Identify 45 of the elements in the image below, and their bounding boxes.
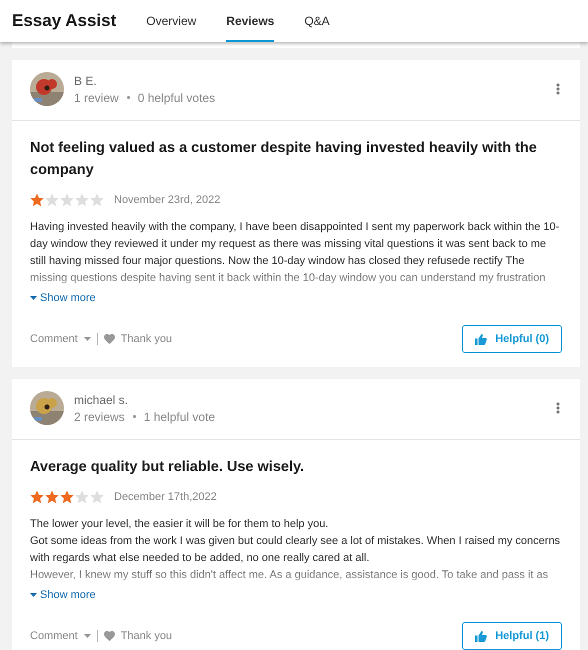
- comment-button[interactable]: Comment: [30, 630, 91, 642]
- show-more-link[interactable]: Show more: [30, 589, 96, 601]
- separator-dot: [132, 415, 136, 418]
- review-title: Not feeling valued as a customer despite having invested heavily with the company: [30, 139, 538, 180]
- review-text: Having invested heavily with the company, I have been disappointed I sent my paperwork back within the 10-day window they reviewed it under my request as there was missing vital questions it was sent back to me still having missed four major questions. Now the 10-day window has closed they refusede rectify The missing questions despite having sent it back within the 10-day window you can understand my frustration: [30, 220, 560, 286]
- thank-you-button[interactable]: Thank you: [104, 630, 172, 642]
- star-icon: [60, 490, 74, 504]
- star-icon: [30, 193, 44, 207]
- caret-icon: [84, 634, 91, 638]
- more-options-icon[interactable]: [554, 83, 562, 95]
- helpful-button[interactable]: Helpful (1): [462, 622, 562, 650]
- helpful-votes: 1 helpful vote: [144, 410, 216, 424]
- star-icon: [45, 193, 59, 207]
- review-title: Average quality but reliable. Use wisely.: [30, 458, 305, 477]
- star-icon: [45, 490, 59, 504]
- star-icon: [90, 193, 104, 207]
- helpful-votes: 0 helpful votes: [138, 90, 216, 104]
- show-more-link[interactable]: Show more: [30, 292, 96, 304]
- comment-button[interactable]: Comment: [30, 333, 91, 345]
- thumbs-up-icon: [475, 630, 488, 642]
- separator-dot: [126, 96, 130, 99]
- nav-tab[interactable]: Overview: [146, 0, 196, 42]
- star-icon: [90, 490, 104, 504]
- reviewer-name[interactable]: michael s.: [74, 392, 544, 406]
- review-count: 1 review: [74, 90, 119, 104]
- review-text: The lower your level, the easier it will be for them to help you. Got some ideas from the work I was given but could clearly see a lot of mistakes. When I raised my concerns with regards what else needed to be added, no one really cared at all. However, I knew my stuff so this didn't affect me. As a guidance, assistance is good. To take and pass it as: [30, 517, 562, 583]
- star-icon: [75, 193, 89, 207]
- more-options-icon[interactable]: [554, 402, 562, 414]
- star-icon: [75, 490, 89, 504]
- review-count: 2 reviews: [74, 410, 125, 424]
- star-icon: [60, 193, 74, 207]
- reviewer-name[interactable]: B E.: [74, 74, 544, 88]
- review-date: November 23rd, 2022: [114, 194, 220, 206]
- star-icon: [30, 490, 44, 504]
- thumbs-up-icon: [475, 334, 488, 344]
- heart-icon: [104, 334, 115, 344]
- thank-you-button[interactable]: Thank you: [104, 333, 172, 345]
- caret-icon: [30, 296, 37, 300]
- caret-icon: [30, 593, 37, 597]
- review-date: December 17th,2022: [114, 491, 217, 503]
- caret-icon: [84, 337, 91, 341]
- nav-tab[interactable]: Q&A: [304, 0, 330, 42]
- brand-name[interactable]: Essay Assist: [12, 11, 116, 31]
- helpful-button[interactable]: Helpful (0): [462, 325, 562, 353]
- heart-icon: [104, 631, 115, 641]
